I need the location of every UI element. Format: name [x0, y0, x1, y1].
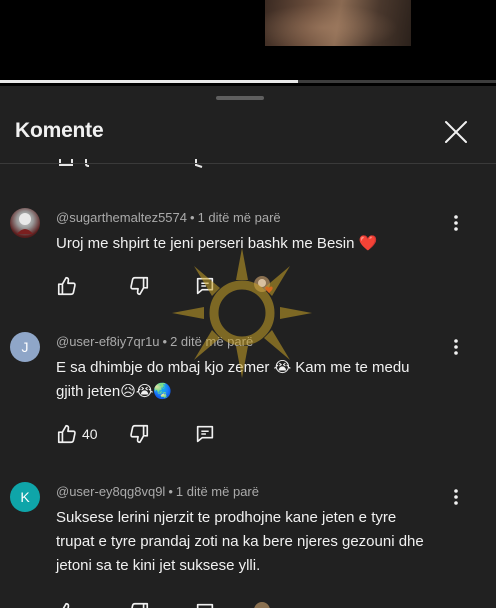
avatar[interactable] [10, 208, 40, 238]
dislike-button[interactable] [128, 274, 150, 298]
avatar-letter: J [21, 339, 29, 355]
reply-icon [196, 425, 214, 443]
comments-sheet: Komente @sugarthemaltez5574 • 1 ditë më … [0, 86, 496, 608]
more-vert-icon [454, 339, 458, 355]
thumbs-up-icon [57, 424, 76, 444]
comment-meta: @sugarthemaltez5574 • 1 ditë më parë [56, 210, 281, 225]
avatar[interactable]: K [10, 482, 40, 512]
comment-time: 1 ditë më parë [197, 210, 281, 225]
video-frame [265, 0, 411, 46]
like-button[interactable]: 40 [56, 422, 98, 446]
creator-heart [252, 600, 276, 608]
more-options-button[interactable] [446, 486, 466, 508]
reply-button[interactable] [194, 274, 216, 298]
thumbs-up-icon [57, 276, 76, 296]
video-player[interactable] [0, 0, 496, 86]
meta-separator: • [168, 484, 173, 499]
comments-screen: Komente @sugarthemaltez5574 • 1 ditë më … [0, 0, 496, 608]
comment-meta: @user-ey8qg8vq9l • 1 ditë më parë [56, 484, 259, 499]
comment-actions: 40 [56, 422, 436, 446]
meta-separator: • [190, 210, 195, 225]
thumbs-down-icon [131, 602, 149, 608]
comment-time: 2 ditë më parë [170, 334, 254, 349]
comment-time: 1 ditë më parë [175, 484, 259, 499]
creator-heart-icon [254, 602, 270, 608]
thumbs-up-icon [62, 602, 70, 608]
like-count: 40 [82, 426, 98, 442]
comment-actions [56, 600, 436, 608]
close-icon [445, 121, 467, 143]
more-vert-icon [454, 215, 458, 231]
thumbs-down-icon [130, 424, 149, 444]
reply-icon [196, 277, 214, 295]
more-options-button[interactable] [446, 336, 466, 358]
comment-username[interactable]: @user-ey8qg8vq9l [56, 484, 165, 499]
comment-text: E sa dhimbje do mbaj kjo zemer 😭 Kam me … [56, 359, 410, 400]
video-progress-fill [0, 80, 298, 83]
drag-handle[interactable] [216, 96, 264, 100]
more-options-button[interactable] [446, 212, 466, 234]
comment-actions [56, 274, 436, 298]
dislike-button[interactable] [128, 422, 150, 446]
comment-username[interactable]: @user-ef8iy7qr1u [56, 334, 160, 349]
comment-text: Uroj me shpirt te jeni perseri bashk me … [56, 235, 378, 252]
comment-username[interactable]: @sugarthemaltez5574 [56, 210, 187, 225]
avatar-photo-icon [17, 213, 33, 234]
comment-meta: @user-ef8iy7qr1u • 2 ditë më parë [56, 334, 253, 349]
reply-icon [196, 603, 214, 608]
comment-text: Suksese lerini njerzit te prodhojne kane… [56, 509, 424, 574]
more-vert-icon [454, 489, 458, 505]
reply-button[interactable] [194, 422, 216, 446]
sheet-title: Komente [15, 119, 104, 142]
meta-separator: • [162, 334, 168, 349]
header-divider [0, 163, 496, 164]
thumbs-down-icon [130, 276, 149, 296]
creator-heart-icon [254, 276, 273, 293]
like-button[interactable] [56, 600, 78, 608]
avatar-letter: K [20, 489, 30, 505]
video-progress-bar[interactable] [0, 80, 496, 83]
creator-heart [252, 274, 276, 298]
close-button[interactable] [440, 116, 472, 148]
avatar[interactable]: J [10, 332, 40, 362]
like-button[interactable] [56, 274, 78, 298]
reply-button[interactable] [194, 600, 216, 608]
dislike-button[interactable] [128, 600, 150, 608]
